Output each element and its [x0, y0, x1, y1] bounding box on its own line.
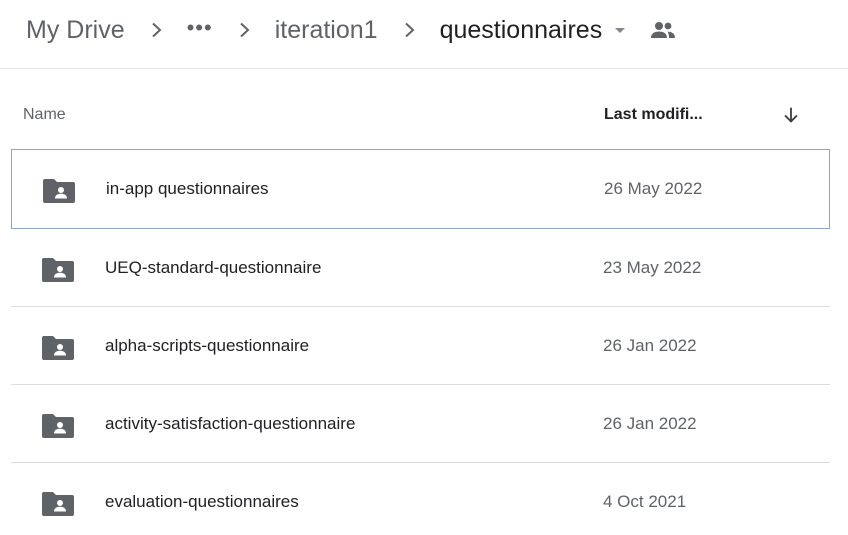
- file-modified-date: 4 Oct 2021: [603, 492, 687, 511]
- header-divider: [0, 68, 848, 69]
- breadcrumb-more-button[interactable]: •••: [187, 15, 213, 41]
- column-last-modified-header[interactable]: Last modifi...: [604, 106, 703, 124]
- file-row[interactable]: activity-satisfaction-questionnaire 26 J…: [11, 385, 830, 463]
- column-header: Name Last modifi...: [0, 92, 848, 138]
- file-row[interactable]: UEQ-standard-questionnaire 23 May 2022: [11, 229, 830, 307]
- file-row[interactable]: evaluation-questionnaires 4 Oct 2021: [11, 463, 830, 535]
- file-row[interactable]: in-app questionnaires 26 May 2022: [11, 149, 830, 229]
- file-modified-date: 26 May 2022: [604, 179, 703, 198]
- file-name: alpha-scripts-questionnaire: [105, 336, 310, 355]
- breadcrumb-my-drive[interactable]: My Drive: [26, 16, 125, 45]
- shared-folder-icon: [41, 491, 75, 517]
- people-icon[interactable]: [648, 18, 678, 42]
- file-name: evaluation-questionnaires: [105, 492, 299, 511]
- file-modified-date: 26 Jan 2022: [603, 414, 697, 433]
- chevron-right-icon: [149, 20, 165, 40]
- breadcrumb-current-folder[interactable]: questionnaires: [440, 16, 603, 45]
- file-modified-date: 26 Jan 2022: [603, 336, 697, 355]
- file-name: in-app questionnaires: [106, 179, 269, 198]
- shared-folder-icon: [41, 413, 75, 439]
- file-list: in-app questionnaires 26 May 2022 UEQ-st…: [11, 149, 830, 535]
- column-name-header[interactable]: Name: [23, 106, 66, 124]
- arrow-down-icon[interactable]: [778, 102, 804, 128]
- file-row[interactable]: alpha-scripts-questionnaire 26 Jan 2022: [11, 307, 830, 385]
- shared-folder-icon: [42, 178, 76, 204]
- breadcrumb-iteration1[interactable]: iteration1: [275, 16, 378, 45]
- file-modified-date: 23 May 2022: [603, 258, 702, 277]
- chevron-right-icon: [237, 20, 253, 40]
- chevron-right-icon: [402, 20, 418, 40]
- shared-folder-icon: [41, 257, 75, 283]
- breadcrumb: My Drive ••• iteration1 questionnaires: [26, 10, 678, 50]
- caret-down-icon[interactable]: [612, 22, 628, 38]
- file-name: UEQ-standard-questionnaire: [105, 258, 322, 277]
- shared-folder-icon: [41, 335, 75, 361]
- drive-folder-view: My Drive ••• iteration1 questionnaires N…: [0, 0, 848, 535]
- file-name: activity-satisfaction-questionnaire: [105, 414, 356, 433]
